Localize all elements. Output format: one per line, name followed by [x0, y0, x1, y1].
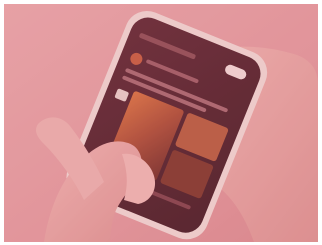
- photo-svg: [4, 4, 318, 242]
- image-frame: [0, 0, 322, 245]
- photo: [4, 4, 318, 242]
- color-tint-overlay: [4, 4, 318, 242]
